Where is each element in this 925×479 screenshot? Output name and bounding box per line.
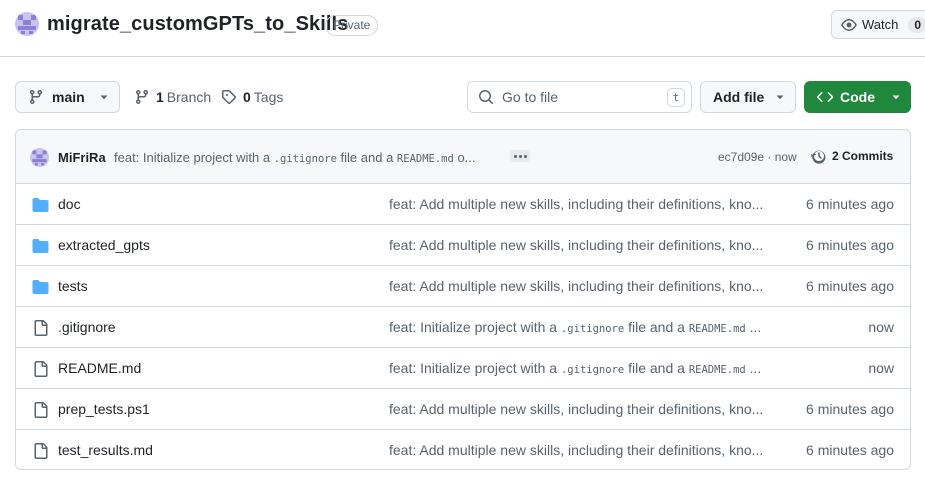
add-file-label: Add file bbox=[713, 89, 765, 105]
tag-count-label: Tags bbox=[253, 89, 284, 105]
commit-message-part: ... bbox=[745, 360, 762, 376]
file-commit-message[interactable]: feat: Add multiple new skills, including… bbox=[389, 196, 769, 212]
file-name-link[interactable]: .gitignore bbox=[58, 319, 116, 335]
file-commit-message[interactable]: feat: Initialize project with a .gitigno… bbox=[389, 360, 769, 376]
tag-count: 0 bbox=[243, 89, 251, 105]
file-icon bbox=[32, 402, 49, 418]
branch-count: 1 bbox=[156, 89, 164, 105]
commit-message-code: README.md bbox=[688, 323, 746, 335]
commit-message-part: o... bbox=[453, 150, 476, 165]
repo-header: migrate_customGPTs_to_Skills Private Wat… bbox=[0, 0, 925, 57]
code-label: Code bbox=[840, 89, 875, 105]
expand-commit-message-button[interactable] bbox=[510, 150, 530, 162]
folder-icon bbox=[32, 279, 49, 295]
file-icon bbox=[32, 443, 49, 459]
table-row: extracted_gpts feat: Add multiple new ski… bbox=[16, 225, 910, 266]
visibility-badge: Private bbox=[325, 15, 379, 36]
commit-message-code: README.md bbox=[396, 153, 454, 165]
watch-label: Watch bbox=[862, 17, 899, 32]
chevron-down-icon bbox=[776, 95, 784, 100]
avatar[interactable] bbox=[30, 148, 49, 167]
search-icon bbox=[479, 90, 493, 104]
file-icon bbox=[32, 361, 49, 377]
file-updated-time: 6 minutes ago bbox=[806, 401, 894, 417]
file-browser: MiFriRa feat: Initialize project with a … bbox=[15, 129, 911, 470]
watch-button[interactable]: Watch 0 bbox=[831, 10, 925, 39]
go-to-file-placeholder: Go to file bbox=[502, 89, 559, 105]
commit-message-code: README.md bbox=[688, 364, 746, 376]
commit-message-part: feat: Initialize project with a bbox=[114, 150, 274, 165]
file-name-link[interactable]: extracted_gpts bbox=[58, 237, 150, 253]
commit-message-part: file and a bbox=[624, 319, 689, 335]
file-commit-message[interactable]: feat: Add multiple new skills, including… bbox=[389, 401, 769, 417]
commit-message[interactable]: feat: Initialize project with a .gitigno… bbox=[114, 150, 502, 165]
file-commit-message[interactable]: feat: Initialize project with a .gitigno… bbox=[389, 319, 769, 335]
file-list: doc feat: Add multiple new skills, includ… bbox=[16, 184, 910, 469]
file-name-link[interactable]: README.md bbox=[58, 360, 141, 376]
file-updated-time: 6 minutes ago bbox=[806, 278, 894, 294]
tags-link[interactable]: 0 Tags bbox=[221, 89, 283, 105]
branch-name: main bbox=[52, 89, 85, 105]
branch-icon bbox=[30, 89, 42, 105]
commit-message-code: .gitignore bbox=[273, 153, 337, 165]
add-file-button[interactable]: Add file bbox=[700, 81, 796, 113]
table-row: test_results.md feat: Add multiple new sk… bbox=[16, 430, 910, 469]
commit-author[interactable]: MiFriRa bbox=[58, 150, 106, 165]
branch-selector[interactable]: main bbox=[15, 81, 120, 113]
folder-icon bbox=[32, 197, 49, 213]
folder-icon bbox=[32, 238, 49, 254]
commit-message-part: file and a bbox=[336, 150, 397, 165]
repo-controls: main 1 Branch 0 Tags Go to file t Add fi… bbox=[0, 81, 925, 114]
commit-sha[interactable]: ec7d09e · now bbox=[718, 150, 797, 164]
branch-icon bbox=[136, 89, 148, 105]
table-row: tests feat: Add multiple new skills, incl… bbox=[16, 266, 910, 307]
commit-message-code: .gitignore bbox=[560, 323, 625, 335]
file-commit-message[interactable]: feat: Add multiple new skills, including… bbox=[389, 278, 769, 294]
file-commit-message[interactable]: feat: Add multiple new skills, including… bbox=[389, 237, 769, 253]
history-icon bbox=[811, 150, 826, 164]
latest-commit-bar: MiFriRa feat: Initialize project with a … bbox=[16, 130, 910, 184]
commit-message-part: feat: Initialize project with a bbox=[389, 360, 561, 376]
file-commit-message[interactable]: feat: Add multiple new skills, including… bbox=[389, 442, 769, 458]
commits-count-label: 2 Commits bbox=[832, 149, 894, 163]
table-row: .gitignore feat: Initialize project with … bbox=[16, 307, 910, 348]
table-row: README.md feat: Initialize project with a… bbox=[16, 348, 910, 389]
go-to-file-input[interactable]: Go to file t bbox=[467, 81, 692, 113]
file-updated-time: now bbox=[868, 319, 894, 335]
branch-count-label: Branch bbox=[166, 89, 212, 105]
code-icon bbox=[817, 92, 833, 102]
chevron-down-icon bbox=[100, 95, 108, 100]
file-name-link[interactable]: tests bbox=[58, 278, 88, 294]
table-row: prep_tests.ps1 feat: Add multiple new ski… bbox=[16, 389, 910, 430]
branches-link[interactable]: 1 Branch bbox=[134, 89, 211, 105]
file-name-link[interactable]: prep_tests.ps1 bbox=[58, 401, 150, 417]
keyboard-shortcut-hint: t bbox=[667, 88, 685, 107]
commit-message-part: file and a bbox=[624, 360, 689, 376]
file-updated-time: 6 minutes ago bbox=[806, 237, 894, 253]
eye-icon bbox=[841, 18, 857, 31]
commits-history-link[interactable]: 2 Commits bbox=[811, 148, 893, 164]
tag-icon bbox=[221, 90, 237, 105]
file-updated-time: 6 minutes ago bbox=[806, 196, 894, 212]
commit-message-code: .gitignore bbox=[560, 364, 625, 376]
repo-owner-avatar[interactable] bbox=[15, 12, 39, 36]
code-button[interactable]: Code bbox=[804, 81, 911, 113]
file-updated-time: 6 minutes ago bbox=[806, 442, 894, 458]
file-updated-time: now bbox=[868, 360, 894, 376]
commit-message-part: ... bbox=[745, 319, 762, 335]
file-name-link[interactable]: doc bbox=[58, 196, 81, 212]
file-icon bbox=[32, 320, 49, 336]
commit-message-part: feat: Initialize project with a bbox=[389, 319, 561, 335]
chevron-down-icon bbox=[892, 95, 900, 100]
file-name-link[interactable]: test_results.md bbox=[58, 442, 153, 458]
repo-name[interactable]: migrate_customGPTs_to_Skills bbox=[47, 13, 348, 36]
watch-count: 0 bbox=[908, 16, 925, 33]
table-row: doc feat: Add multiple new skills, includ… bbox=[16, 184, 910, 225]
